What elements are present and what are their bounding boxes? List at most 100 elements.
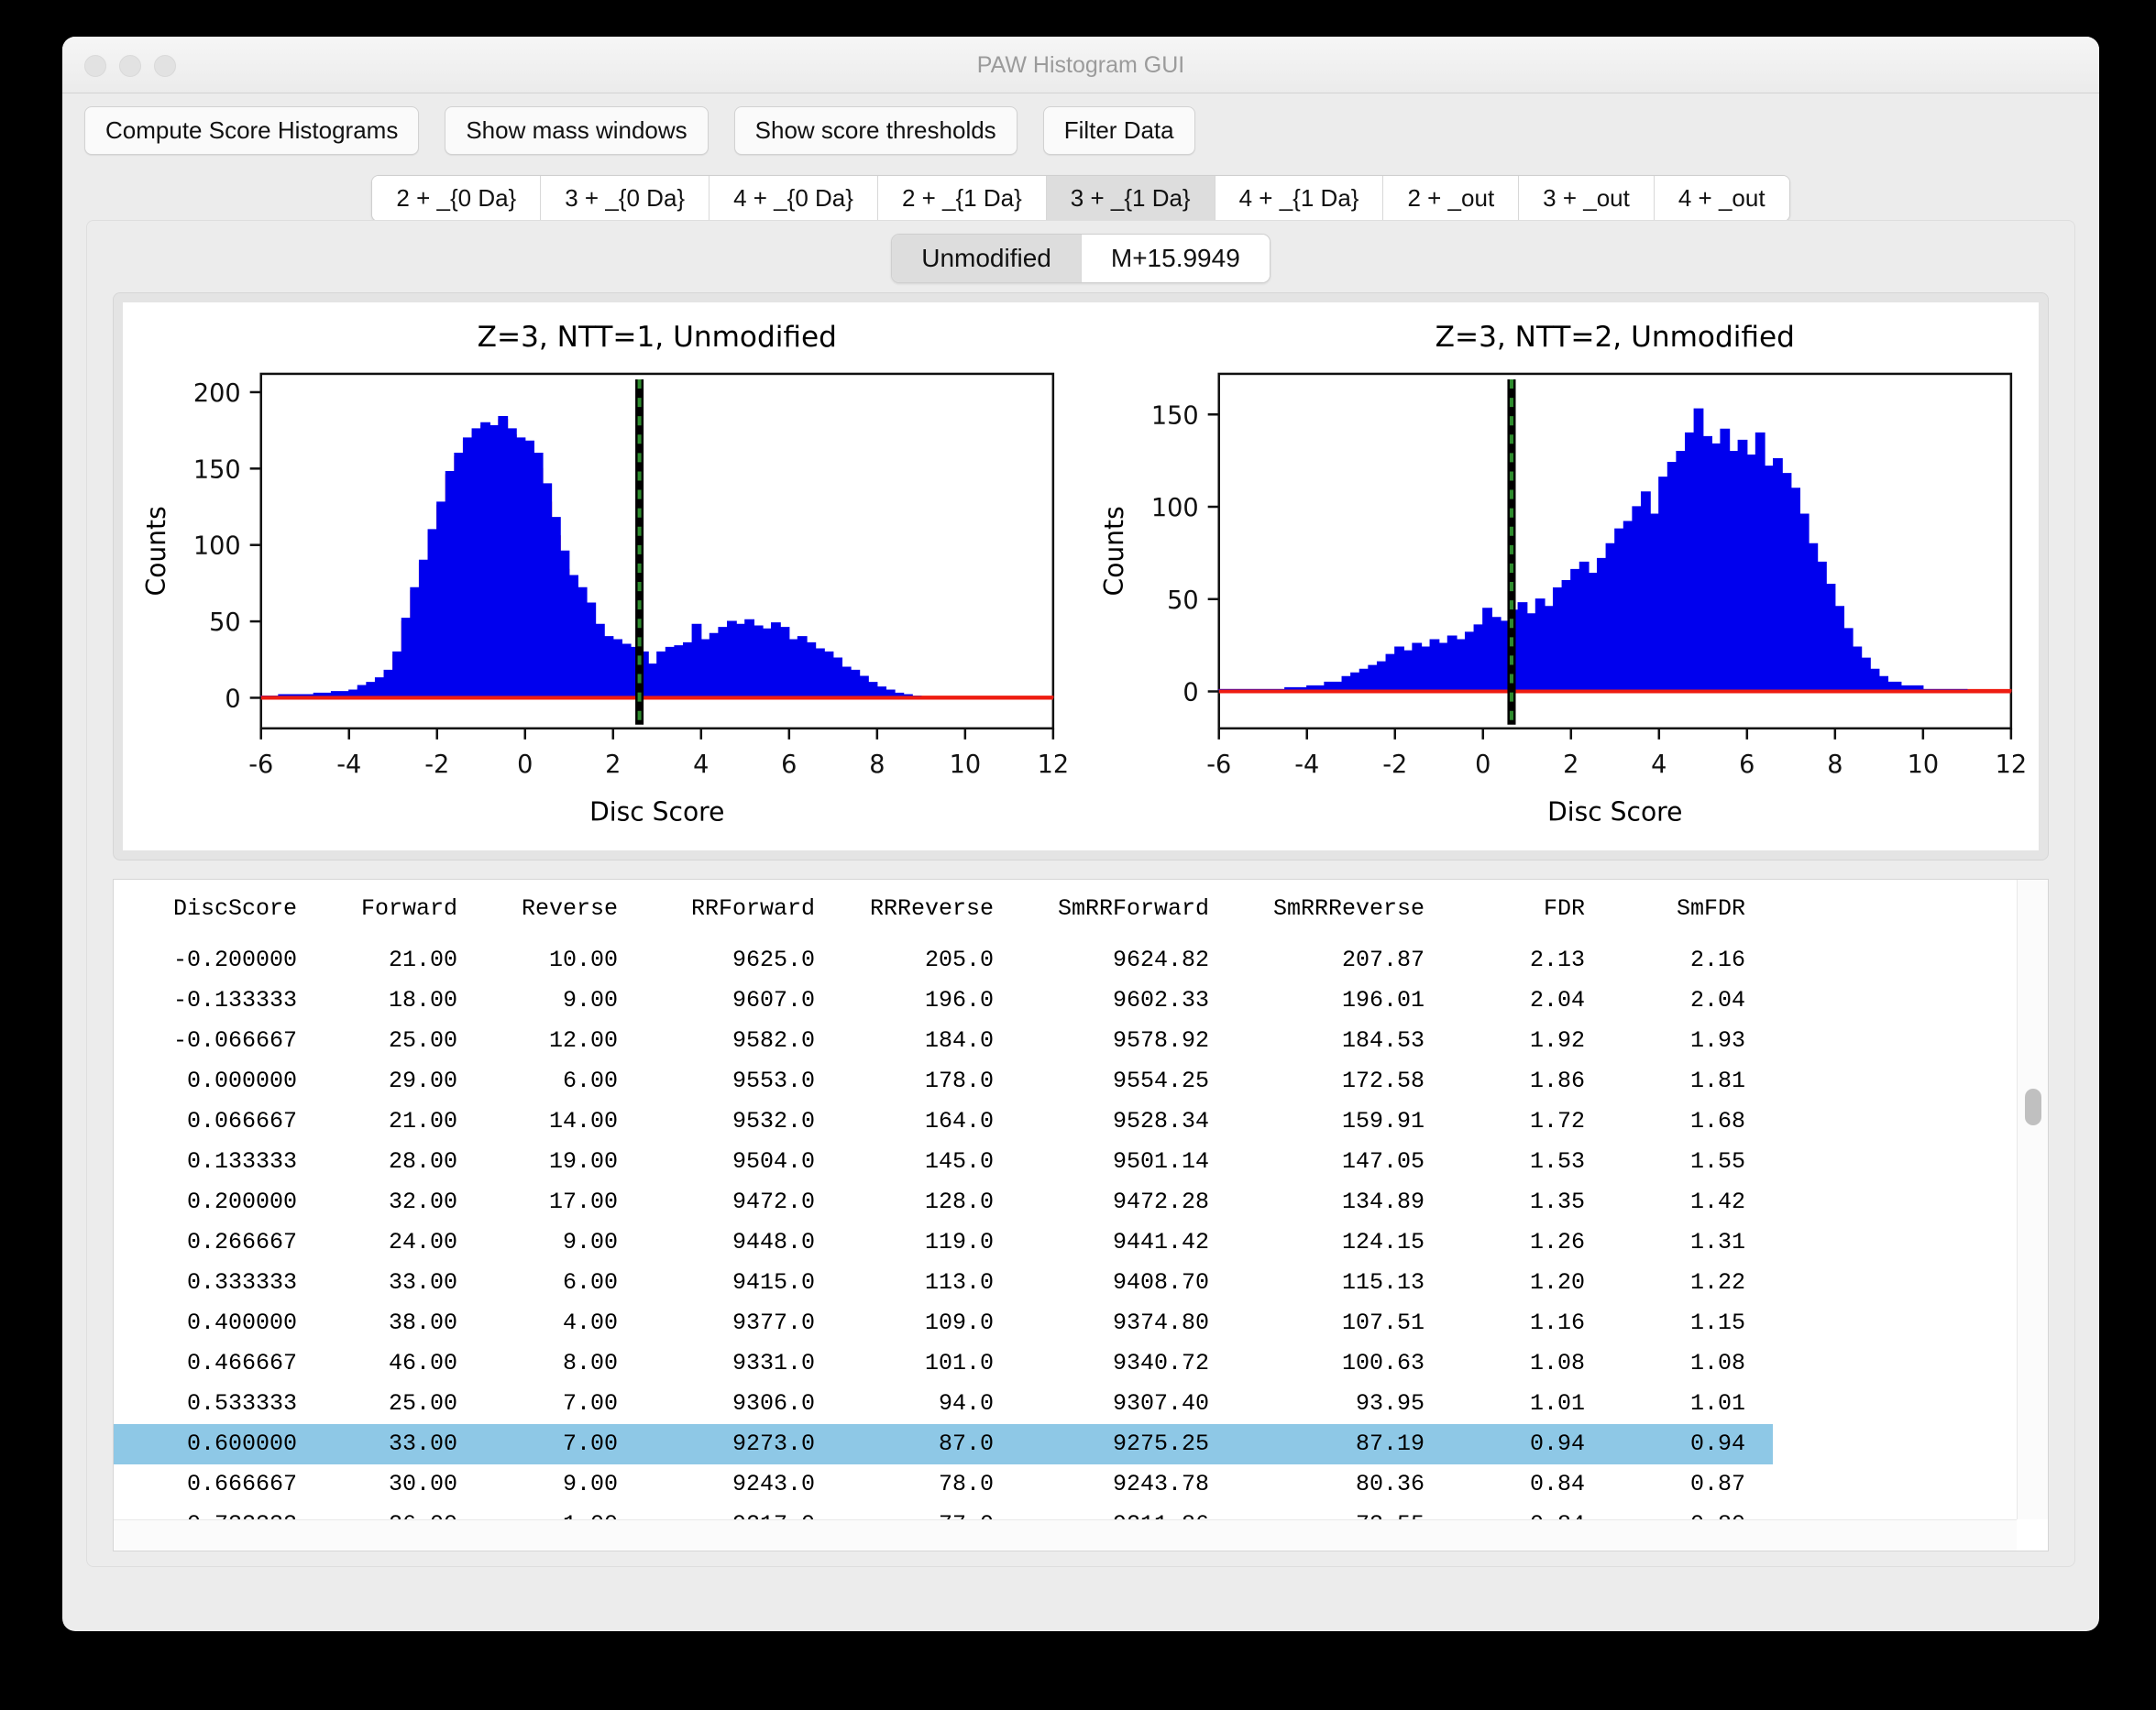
chart-title: Z=3, NTT=1, Unmodified <box>478 321 837 354</box>
table-cell-rrforward: 9625.0 <box>732 947 842 973</box>
table-cell-forward: 21.00 <box>388 1108 485 1135</box>
table-cell-rrforward: 9217.0 <box>645 1505 842 1519</box>
table-cell-reverse: 4.00 <box>562 1310 645 1336</box>
x-tick-label: 12 <box>1996 751 2028 779</box>
table-cell-discscore: 0.600000 <box>186 1430 324 1457</box>
table-cell-rrreverse: 87.0 <box>938 1430 1021 1457</box>
fdr-table-frame: DiscScore Forward Reverse RRForward RRRe… <box>113 879 2049 1551</box>
table-cell-rrforward: 9331.0 <box>732 1350 842 1376</box>
table-cell-fdr: 1.01 <box>1529 1390 1612 1417</box>
table-cell-smfdr: 1.68 <box>1689 1108 1773 1135</box>
table-row[interactable]: -0.200000 21.00 10.00 9625.0 205.0 9624.… <box>114 940 1773 981</box>
table-cell-smfdr: 1.81 <box>1689 1068 1773 1094</box>
table-row[interactable]: 0.466667 46.00 8.00 9331.0 101.0 9340.72… <box>114 1343 1773 1384</box>
table-cell-reverse: 17.00 <box>548 1189 645 1215</box>
table-row[interactable]: 0.733333 26.00 1.00 9217.0 77.0 9211.86 … <box>114 1505 1773 1519</box>
table-cell-fdr: 1.08 <box>1529 1350 1612 1376</box>
x-tick-label: -6 <box>1206 751 1231 779</box>
table-cell-reverse: 9.00 <box>562 1229 645 1255</box>
table-row[interactable]: 0.133333 28.00 19.00 9504.0 145.0 9501.1… <box>114 1142 1773 1182</box>
table-cell-smfdr: 1.15 <box>1689 1310 1773 1336</box>
table-cell-smrrreverse: 124.15 <box>1341 1229 1452 1255</box>
subtab-unmodified[interactable]: Unmodified <box>892 235 1082 282</box>
y-tick-label: 0 <box>225 685 240 713</box>
table-row[interactable]: -0.066667 25.00 12.00 9582.0 184.0 9578.… <box>114 1021 1773 1061</box>
table-row[interactable]: 0.533333 25.00 7.00 9306.0 94.0 9307.40 … <box>114 1384 1773 1424</box>
table-cell-rrreverse: 184.0 <box>924 1027 1021 1054</box>
tab-2plus-1da[interactable]: 2 + _{1 Da} <box>877 176 1047 221</box>
table-cell-rrforward: 9273.0 <box>732 1430 842 1457</box>
tab-4plus-1da[interactable]: 4 + _{1 Da} <box>1215 176 1384 221</box>
table-cell-forward: 46.00 <box>388 1350 485 1376</box>
table-row[interactable]: 0.000000 29.00 6.00 9553.0 178.0 9554.25… <box>114 1061 1773 1102</box>
table-cell-smrrforward: 9441.42 <box>1112 1229 1237 1255</box>
table-cell-smrrforward: 9340.72 <box>1112 1350 1237 1376</box>
table-cell-fdr: 2.04 <box>1529 987 1612 1014</box>
table-cell-discscore: 0.066667 <box>186 1108 324 1135</box>
table-cell-forward: 28.00 <box>388 1148 485 1175</box>
table-row[interactable]: 0.333333 33.00 6.00 9415.0 113.0 9408.70… <box>114 1263 1773 1303</box>
table-cell-reverse: 19.00 <box>548 1148 645 1175</box>
table-row[interactable]: 0.600000 33.00 7.00 9273.0 87.0 9275.25 … <box>114 1424 1773 1464</box>
table-horizontal-scrollbar[interactable] <box>114 1519 2017 1551</box>
table-cell-forward: 32.00 <box>388 1189 485 1215</box>
tab-2plus-out[interactable]: 2 + _out <box>1383 176 1520 221</box>
show-mass-windows-button[interactable]: Show mass windows <box>445 106 709 155</box>
x-tick-label: 4 <box>1651 751 1666 779</box>
tab-4plus-out[interactable]: 4 + _out <box>1654 176 1789 221</box>
table-cell-forward: 33.00 <box>388 1269 485 1296</box>
x-tick-label: 6 <box>1739 751 1754 779</box>
table-cell-rrforward: 9448.0 <box>732 1229 842 1255</box>
table-cell-fdr: 1.53 <box>1529 1148 1612 1175</box>
table-cell-fdr: 0.94 <box>1529 1430 1612 1457</box>
table-row[interactable]: 0.066667 21.00 14.00 9532.0 164.0 9528.3… <box>114 1102 1773 1142</box>
x-tick-label: 10 <box>950 751 982 779</box>
table-cell-rrreverse: 94.0 <box>938 1390 1021 1417</box>
table-cell-rrreverse: 101.0 <box>924 1350 1021 1376</box>
table-cell-reverse: 10.00 <box>548 947 645 973</box>
show-score-thresholds-button[interactable]: Show score thresholds <box>733 106 1018 155</box>
table-cell-discscore: -0.133333 <box>172 987 324 1014</box>
table-cell-smrrreverse: 196.01 <box>1341 987 1452 1014</box>
x-tick-label: 10 <box>1908 751 1940 779</box>
table-horizontal-scroll-thumb[interactable] <box>1837 1528 1838 1544</box>
table-header-forward: Forward <box>360 895 485 922</box>
table-cell-smrrforward: 9408.70 <box>1112 1269 1237 1296</box>
table-cell-rrforward: 9415.0 <box>732 1269 842 1296</box>
table-cell-forward: 29.00 <box>388 1068 485 1094</box>
table-cell-rrforward: 9504.0 <box>732 1148 842 1175</box>
table-row[interactable]: 0.666667 30.00 9.00 9243.0 78.0 9243.78 … <box>114 1464 1773 1505</box>
table-cell-smrrreverse: 184.53 <box>1341 1027 1452 1054</box>
table-cell-smrrreverse: 207.87 <box>1341 947 1452 973</box>
filter-data-button[interactable]: Filter Data <box>1042 106 1195 155</box>
table-cell-smfdr: 1.31 <box>1689 1229 1773 1255</box>
tab-3plus-0da[interactable]: 3 + _{0 Da} <box>541 176 710 221</box>
window-title: PAW Histogram GUI <box>976 52 1185 78</box>
table-row[interactable]: 0.266667 24.00 9.00 9448.0 119.0 9441.42… <box>114 1222 1773 1263</box>
table-cell-discscore: 0.733333 <box>114 1505 324 1519</box>
table-row[interactable]: -0.133333 18.00 9.00 9607.0 196.0 9602.3… <box>114 981 1773 1021</box>
table-cell-forward: 30.00 <box>388 1471 485 1497</box>
table-row[interactable]: 0.200000 32.00 17.00 9472.0 128.0 9472.2… <box>114 1182 1773 1222</box>
tab-3plus-out[interactable]: 3 + _out <box>1519 176 1655 221</box>
table-vertical-scrollbar[interactable] <box>2017 880 2048 1519</box>
subtab-m-plus-15-9949[interactable]: M+15.9949 <box>1081 235 1270 282</box>
tab-2plus-0da[interactable]: 2 + _{0 Da} <box>372 176 542 221</box>
table-vertical-scroll-thumb[interactable] <box>2025 1089 2041 1125</box>
compute-score-histograms-button[interactable]: Compute Score Histograms <box>84 106 420 155</box>
table-cell-rrreverse: 205.0 <box>924 947 1021 973</box>
x-tick-label: -2 <box>424 751 449 779</box>
x-axis-label: Disc Score <box>1547 796 1682 827</box>
table-scrollport[interactable]: DiscScore Forward Reverse RRForward RRRe… <box>114 880 2017 1519</box>
table-cell-smfdr: 0.94 <box>1689 1430 1773 1457</box>
table-header-rrforward: RRForward <box>690 895 842 922</box>
y-axis-label: Counts <box>1099 506 1129 596</box>
tab-3plus-1da[interactable]: 3 + _{1 Da} <box>1046 176 1216 221</box>
table-cell-fdr: 1.20 <box>1529 1269 1612 1296</box>
table-row[interactable]: 0.400000 38.00 4.00 9377.0 109.0 9374.80… <box>114 1303 1773 1343</box>
table-cell-discscore: -0.200000 <box>172 947 324 973</box>
table-cell-fdr: 1.35 <box>1529 1189 1612 1215</box>
tab-4plus-0da[interactable]: 4 + _{0 Da} <box>710 176 878 221</box>
table-cell-smrrforward: 9578.92 <box>1112 1027 1237 1054</box>
table-cell-rrforward: 9306.0 <box>732 1390 842 1417</box>
